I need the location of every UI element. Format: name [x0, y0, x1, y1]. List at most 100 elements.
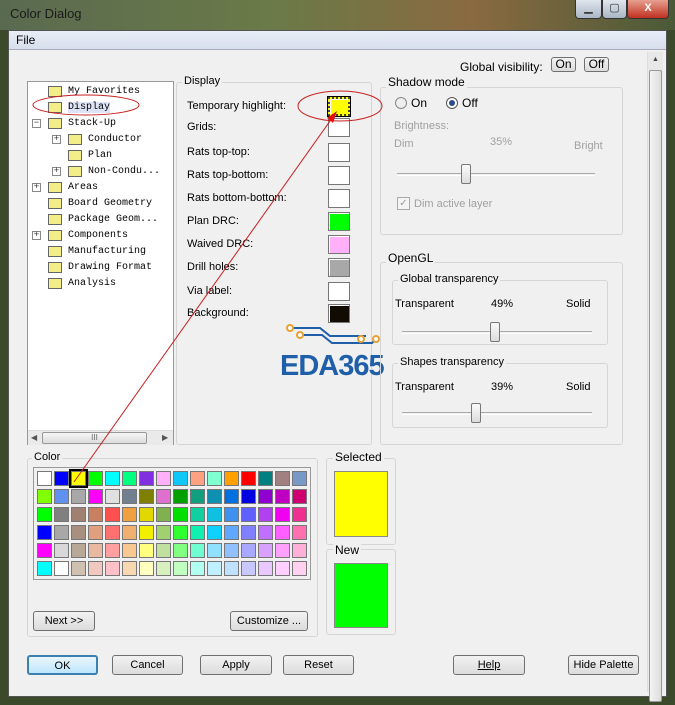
- palette-color-cell[interactable]: [54, 561, 69, 576]
- palette-color-cell[interactable]: [88, 489, 103, 504]
- expand-collapse-icon[interactable]: +: [52, 135, 61, 144]
- palette-color-cell[interactable]: [173, 507, 188, 522]
- palette-color-cell[interactable]: [139, 471, 154, 486]
- palette-color-cell[interactable]: [241, 489, 256, 504]
- tree-item-display[interactable]: Display: [28, 100, 173, 116]
- scroll-left-icon[interactable]: ◀: [31, 433, 37, 442]
- brightness-slider[interactable]: [397, 173, 595, 176]
- palette-color-cell[interactable]: [71, 525, 86, 540]
- palette-color-cell[interactable]: [139, 525, 154, 540]
- color-swatch-button[interactable]: [327, 96, 351, 117]
- palette-color-cell[interactable]: [224, 543, 239, 558]
- palette-color-cell[interactable]: [275, 561, 290, 576]
- palette-color-cell[interactable]: [156, 507, 171, 522]
- palette-color-cell[interactable]: [54, 507, 69, 522]
- palette-color-cell[interactable]: [71, 489, 86, 504]
- palette-color-cell[interactable]: [156, 489, 171, 504]
- palette-color-cell[interactable]: [241, 471, 256, 486]
- palette-color-cell[interactable]: [88, 543, 103, 558]
- color-swatch-button[interactable]: [328, 143, 350, 162]
- palette-color-cell[interactable]: [275, 507, 290, 522]
- palette-color-cell[interactable]: [258, 525, 273, 540]
- palette-color-cell[interactable]: [190, 489, 205, 504]
- palette-color-cell[interactable]: [37, 471, 52, 486]
- shadow-off-radio[interactable]: [446, 97, 458, 109]
- palette-color-cell[interactable]: [88, 561, 103, 576]
- palette-color-cell[interactable]: [224, 525, 239, 540]
- palette-color-cell[interactable]: [207, 489, 222, 504]
- palette-color-cell[interactable]: [139, 489, 154, 504]
- palette-color-cell[interactable]: [275, 471, 290, 486]
- ok-button[interactable]: OK: [27, 655, 98, 675]
- palette-color-cell[interactable]: [258, 471, 273, 486]
- palette-color-cell[interactable]: [207, 471, 222, 486]
- vertical-scrollbar[interactable]: ▲: [647, 52, 663, 702]
- palette-color-cell[interactable]: [173, 543, 188, 558]
- scroll-right-icon[interactable]: ▶: [162, 433, 168, 442]
- close-button[interactable]: X: [627, 0, 669, 19]
- palette-color-cell[interactable]: [292, 525, 307, 540]
- palette-color-cell[interactable]: [190, 471, 205, 486]
- palette-color-cell[interactable]: [292, 561, 307, 576]
- palette-color-cell[interactable]: [37, 543, 52, 558]
- expand-collapse-icon[interactable]: +: [52, 167, 61, 176]
- tree-item-manufacturing[interactable]: Manufacturing: [28, 244, 173, 260]
- palette-color-cell[interactable]: [258, 543, 273, 558]
- global-visibility-off-button[interactable]: Off: [584, 57, 609, 72]
- palette-color-cell[interactable]: [139, 507, 154, 522]
- minimize-button[interactable]: ▁: [575, 0, 602, 19]
- palette-color-cell[interactable]: [88, 471, 103, 486]
- shadow-on-radio[interactable]: [395, 97, 407, 109]
- palette-color-cell[interactable]: [156, 471, 171, 486]
- palette-color-cell[interactable]: [224, 507, 239, 522]
- color-swatch-button[interactable]: [328, 258, 350, 277]
- palette-color-cell[interactable]: [139, 543, 154, 558]
- palette-color-cell[interactable]: [156, 543, 171, 558]
- scroll-thumb[interactable]: III: [42, 432, 147, 444]
- palette-color-cell[interactable]: [54, 543, 69, 558]
- palette-color-cell[interactable]: [54, 525, 69, 540]
- help-button[interactable]: Help: [453, 655, 525, 675]
- palette-color-cell[interactable]: [105, 525, 120, 540]
- tree-item-stack-up[interactable]: − Stack-Up: [28, 116, 173, 132]
- palette-color-cell[interactable]: [105, 507, 120, 522]
- palette-color-cell[interactable]: [173, 561, 188, 576]
- color-swatch-button[interactable]: [328, 166, 350, 185]
- tree-item-non-condu-[interactable]: + Non-Condu...: [28, 164, 173, 180]
- tree-item-plan[interactable]: Plan: [28, 148, 173, 164]
- palette-color-cell[interactable]: [258, 489, 273, 504]
- palette-color-cell[interactable]: [224, 471, 239, 486]
- palette-color-cell[interactable]: [241, 543, 256, 558]
- palette-color-cell[interactable]: [105, 561, 120, 576]
- shapes-transparency-thumb[interactable]: [471, 403, 482, 423]
- palette-color-cell[interactable]: [105, 489, 120, 504]
- palette-color-cell[interactable]: [207, 525, 222, 540]
- expand-collapse-icon[interactable]: −: [32, 119, 41, 128]
- palette-color-cell[interactable]: [190, 507, 205, 522]
- palette-color-cell[interactable]: [69, 469, 88, 488]
- color-swatch-button[interactable]: [328, 304, 350, 323]
- palette-color-cell[interactable]: [37, 489, 52, 504]
- palette-color-cell[interactable]: [224, 489, 239, 504]
- palette-color-cell[interactable]: [122, 525, 137, 540]
- customize-button[interactable]: Customize ...: [230, 611, 308, 631]
- palette-color-cell[interactable]: [71, 543, 86, 558]
- palette-color-cell[interactable]: [292, 507, 307, 522]
- dim-active-layer-checkbox[interactable]: ✓: [397, 197, 410, 210]
- maximize-button[interactable]: ▢: [602, 0, 627, 19]
- palette-color-cell[interactable]: [88, 525, 103, 540]
- palette-color-cell[interactable]: [122, 507, 137, 522]
- palette-color-cell[interactable]: [258, 561, 273, 576]
- palette-color-cell[interactable]: [122, 471, 137, 486]
- color-swatch-button[interactable]: [328, 212, 350, 231]
- palette-color-cell[interactable]: [207, 507, 222, 522]
- expand-collapse-icon[interactable]: +: [32, 231, 41, 240]
- palette-color-cell[interactable]: [71, 507, 86, 522]
- palette-color-cell[interactable]: [105, 471, 120, 486]
- palette-color-cell[interactable]: [173, 525, 188, 540]
- palette-color-cell[interactable]: [241, 507, 256, 522]
- next-button[interactable]: Next >>: [33, 611, 95, 631]
- palette-color-cell[interactable]: [224, 561, 239, 576]
- palette-color-cell[interactable]: [207, 543, 222, 558]
- reset-button[interactable]: Reset: [283, 655, 354, 675]
